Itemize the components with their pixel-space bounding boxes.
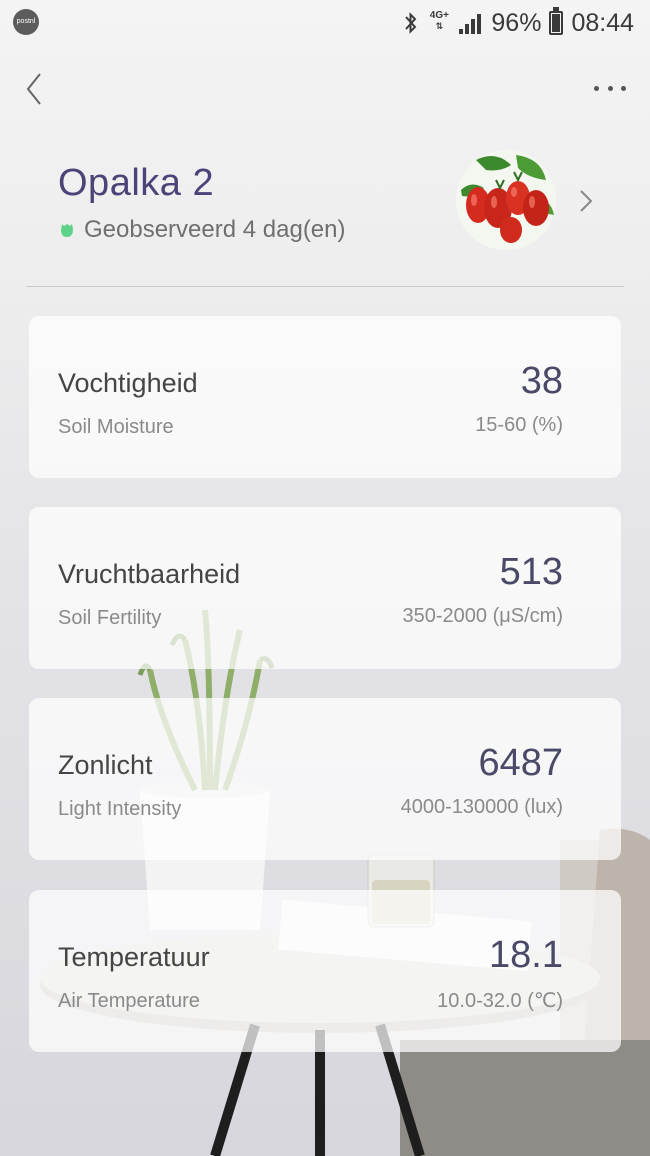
header-divider xyxy=(26,286,624,287)
more-dot-icon xyxy=(594,85,599,91)
battery-icon xyxy=(549,7,564,35)
card-light-intensity[interactable]: Zonlicht Light Intensity 6487 4000-13000… xyxy=(29,698,621,860)
card-title: Vruchtbaarheid xyxy=(58,559,241,589)
card-range: 15-60 (%) xyxy=(475,414,563,436)
card-title: Vochtigheid xyxy=(58,368,198,398)
plant-header[interactable]: Opalka 2 Geobserveerd 4 dag(en) xyxy=(0,140,650,270)
card-value: 38 xyxy=(520,360,563,402)
card-title: Zonlicht xyxy=(58,750,153,780)
status-bar: postnl 4G+ ⇅ 96% 08:44 xyxy=(0,0,650,46)
tomato-image xyxy=(456,150,556,250)
card-value: 6487 xyxy=(478,742,563,784)
more-dot-icon xyxy=(607,85,613,91)
bluetooth-icon xyxy=(405,12,417,34)
card-subtitle: Soil Fertility xyxy=(58,607,162,629)
card-subtitle: Air Temperature xyxy=(58,990,200,1012)
more-dot-icon xyxy=(621,85,626,91)
network-type-label: 4G+ xyxy=(429,10,449,21)
clock: 08:44 xyxy=(571,8,634,37)
plant-avatar[interactable] xyxy=(456,150,556,250)
card-title: Temperatuur xyxy=(58,942,210,972)
postnl-app-icon: postnl xyxy=(13,9,39,35)
card-value: 18.1 xyxy=(489,934,563,976)
card-range: 4000-130000 (lux) xyxy=(400,796,563,818)
chevron-right-icon xyxy=(580,190,593,212)
plant-name: Opalka 2 xyxy=(58,162,215,204)
card-soil-fertility[interactable]: Vruchtbaarheid Soil Fertility 513 350-20… xyxy=(29,507,621,669)
back-button[interactable] xyxy=(20,70,50,108)
signal-icon xyxy=(459,12,483,34)
card-range: 350-2000 (μS/cm) xyxy=(402,605,563,627)
card-air-temperature[interactable]: Temperatuur Air Temperature 18.1 10.0-32… xyxy=(29,890,621,1052)
plant-status-text: Geobserveerd 4 dag(en) xyxy=(84,216,346,243)
card-soil-moisture[interactable]: Vochtigheid Soil Moisture 38 15-60 (%) xyxy=(29,316,621,478)
card-value: 513 xyxy=(499,551,563,593)
card-subtitle: Soil Moisture xyxy=(58,416,174,438)
background-scene-image xyxy=(40,609,650,1156)
status-icons: 4G+ ⇅ 96% 08:44 xyxy=(403,7,634,38)
chevron-left-icon xyxy=(26,73,41,105)
card-range: 10.0-32.0 (℃) xyxy=(437,990,563,1012)
leaf-status-icon xyxy=(61,224,73,237)
network-type-icon: 4G+ ⇅ xyxy=(427,10,451,36)
battery-percent: 96% xyxy=(491,8,542,37)
more-options-button[interactable] xyxy=(590,76,630,100)
plant-status: Geobserveerd 4 dag(en) xyxy=(58,216,346,244)
card-subtitle: Light Intensity xyxy=(58,798,182,820)
